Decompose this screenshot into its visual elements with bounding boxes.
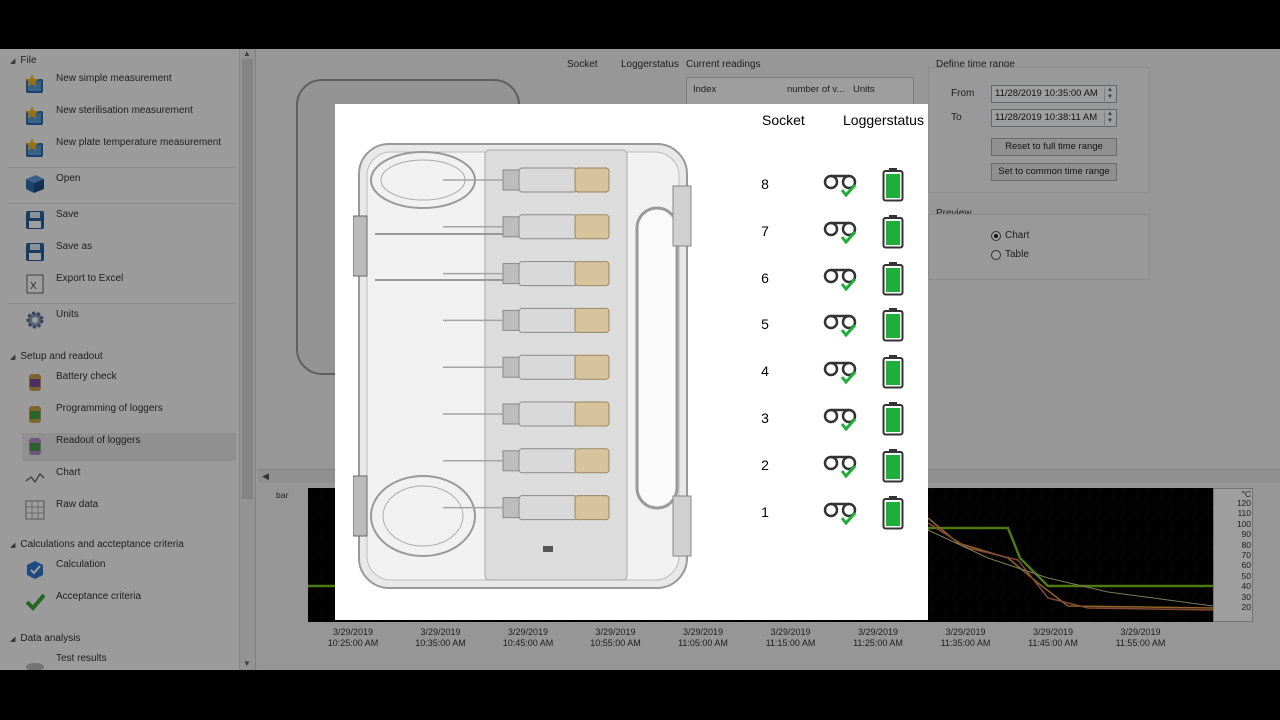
battery-full-icon — [882, 168, 904, 202]
logger-ok-icon — [823, 408, 857, 432]
logger-ok-icon — [823, 315, 857, 338]
logger-ok-icon — [823, 221, 857, 245]
battery-full-icon — [882, 308, 904, 342]
modal-socket-header: Socket — [762, 112, 805, 128]
socket-number: 8 — [761, 176, 769, 192]
logger-status-dialog: Socket Loggerstatus 8 7 6 5 4 3 2 1 — [335, 104, 928, 620]
socket-number: 3 — [761, 410, 769, 426]
socket-number: 4 — [761, 363, 769, 380]
logger-case-image — [353, 143, 692, 589]
battery-full-icon — [882, 355, 904, 389]
battery-full-icon — [882, 448, 904, 483]
socket-number: 5 — [761, 316, 769, 333]
battery-full-icon — [882, 402, 904, 436]
battery-full-icon — [882, 214, 904, 249]
logger-ok-icon — [823, 174, 857, 198]
battery-full-icon — [882, 261, 904, 296]
logger-ok-icon — [823, 268, 857, 291]
modal-loggerstatus-header: Loggerstatus — [843, 112, 924, 128]
logger-ok-icon — [823, 455, 857, 479]
socket-number: 1 — [761, 503, 769, 520]
socket-number: 6 — [761, 269, 769, 286]
logger-ok-icon — [823, 502, 857, 525]
socket-number: 7 — [761, 222, 769, 239]
socket-number: 2 — [761, 456, 769, 473]
battery-full-icon — [882, 495, 904, 530]
logger-ok-icon — [823, 361, 857, 385]
